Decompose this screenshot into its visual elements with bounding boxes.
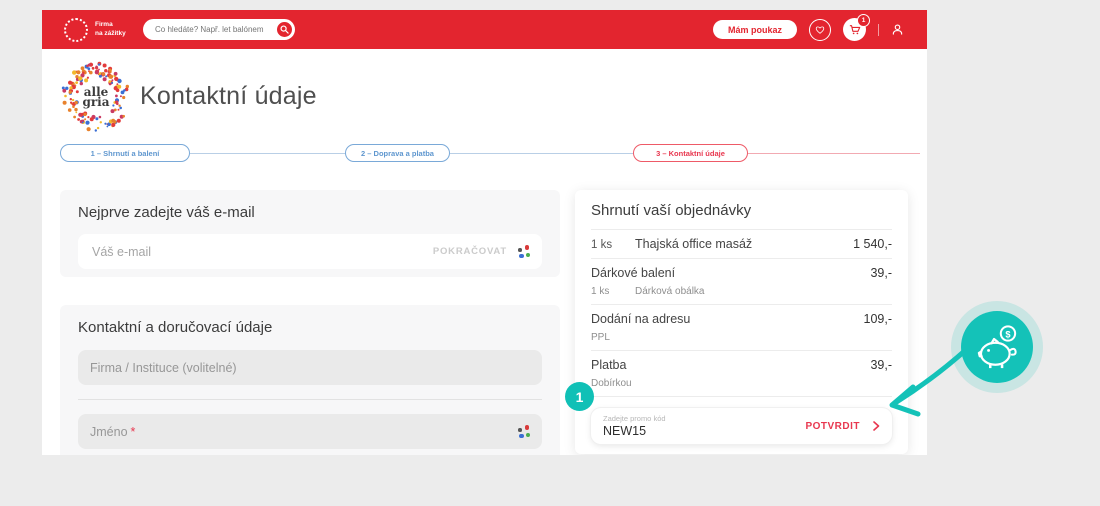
item-price: 39,- [870, 266, 892, 280]
promo-confirm-button[interactable]: POTVRDIT [805, 421, 860, 432]
topbar-divider [878, 24, 879, 36]
promo-code-input[interactable]: NEW15 [603, 424, 805, 438]
email-input[interactable] [90, 244, 433, 260]
cart-count-badge: 1 [857, 14, 870, 27]
chevron-right-icon[interactable] [872, 421, 880, 431]
autofill-extension-icon[interactable] [517, 425, 530, 438]
item-sub-name: Dobírkou [591, 378, 632, 389]
brand-name-line2: na zážitky [95, 30, 131, 38]
checkout-page: Firma na zážitky Mám poukaz [42, 10, 927, 455]
step-connector [190, 153, 345, 154]
email-input-row: POKRAČOVAT [78, 234, 542, 269]
logo-text-line2: gria [82, 97, 109, 107]
search-box[interactable] [143, 19, 295, 40]
promo-code-label: Zadejte promo kód [603, 414, 805, 423]
piggy-bank-icon: $ [970, 320, 1024, 374]
piggy-bank-badge: $ [961, 311, 1033, 383]
search-input[interactable] [153, 24, 277, 35]
have-voucher-button[interactable]: Mám poukaz [713, 20, 797, 39]
svg-text:$: $ [1005, 329, 1011, 339]
step-2-shipping[interactable]: 2 – Doprava a platba [345, 144, 450, 162]
step-3-contact[interactable]: 3 – Kontaktní údaje [633, 144, 748, 162]
step-connector [748, 153, 920, 154]
search-icon [280, 25, 289, 34]
order-item-product: 1 ks Thajská office masáž 1 540,- [591, 230, 892, 259]
person-icon [891, 23, 904, 36]
item-sub-quantity: 1 ks [591, 286, 635, 297]
item-sub-name: PPL [591, 332, 610, 343]
left-column: Nejprve zadejte váš e-mail POKRAČOVAT Ko… [60, 190, 560, 455]
top-navigation-bar: Firma na zážitky Mám poukaz [42, 10, 927, 49]
order-summary-card: Shrnutí vaší objednávky 1 ks Thajská off… [575, 190, 908, 454]
order-item-gift-wrap: Dárkové balení 39,- 1 ks Dárková obálka [591, 259, 892, 305]
cart-button[interactable]: 1 [843, 18, 866, 41]
promo-code-box[interactable]: Zadejte promo kód NEW15 POTVRDIT [591, 408, 892, 444]
order-summary-title: Shrnutí vaší objednávky [591, 202, 892, 230]
heart-icon [815, 25, 825, 35]
contact-section: Kontaktní a doručovací údaje Firma / Ins… [60, 305, 560, 455]
account-button[interactable] [889, 22, 905, 38]
item-sub-name: Dárková obálka [635, 286, 704, 297]
first-name-field[interactable]: Jméno * [78, 414, 542, 449]
order-total: 1 727,- [591, 453, 892, 455]
order-item-payment: Platba 39,- Dobírkou [591, 351, 892, 397]
company-field-placeholder: Firma / Instituce (volitelné) [90, 361, 237, 375]
search-button[interactable] [277, 22, 292, 37]
step-1-summary[interactable]: 1 – Shrnutí a balení [60, 144, 190, 162]
item-name: Thajská office masáž [635, 237, 845, 251]
company-field[interactable]: Firma / Instituce (volitelné) [78, 350, 542, 385]
item-name: Platba [591, 358, 862, 372]
item-quantity: 1 ks [591, 239, 635, 251]
required-mark: * [131, 425, 136, 439]
checkout-steps: 1 – Shrnutí a balení 2 – Doprava a platb… [60, 144, 920, 162]
item-price: 109,- [864, 312, 893, 326]
item-price: 39,- [870, 358, 892, 372]
item-name: Dárkové balení [591, 266, 862, 280]
autofill-extension-icon[interactable] [517, 245, 530, 258]
brand-name-line1: Firma [95, 21, 131, 29]
page-title: Kontaktní údaje [140, 82, 317, 111]
step-connector [450, 153, 633, 154]
item-price: 1 540,- [853, 237, 892, 251]
allegria-monogram: alle gria [60, 61, 132, 133]
right-column: Shrnutí vaší objednávky 1 ks Thajská off… [575, 190, 908, 454]
email-section-title: Nejprve zadejte váš e-mail [78, 204, 542, 221]
form-divider [78, 399, 542, 400]
brand-name[interactable]: Firma na zážitky [95, 21, 131, 38]
brand-logo-icon[interactable] [64, 18, 88, 42]
continue-button[interactable]: POKRAČOVAT [433, 246, 507, 257]
wishlist-button[interactable] [809, 19, 831, 41]
first-name-placeholder: Jméno [90, 425, 128, 439]
item-name: Dodání na adresu [591, 312, 856, 326]
topbar-actions: Mám poukaz 1 [713, 18, 905, 41]
order-item-delivery: Dodání na adresu 109,- PPL [591, 305, 892, 351]
contact-section-title: Kontaktní a doručovací údaje [78, 319, 542, 336]
email-section: Nejprve zadejte váš e-mail POKRAČOVAT [60, 190, 560, 277]
annotation-step-badge: 1 [565, 382, 594, 411]
allegria-logo: alle gria [60, 61, 132, 133]
